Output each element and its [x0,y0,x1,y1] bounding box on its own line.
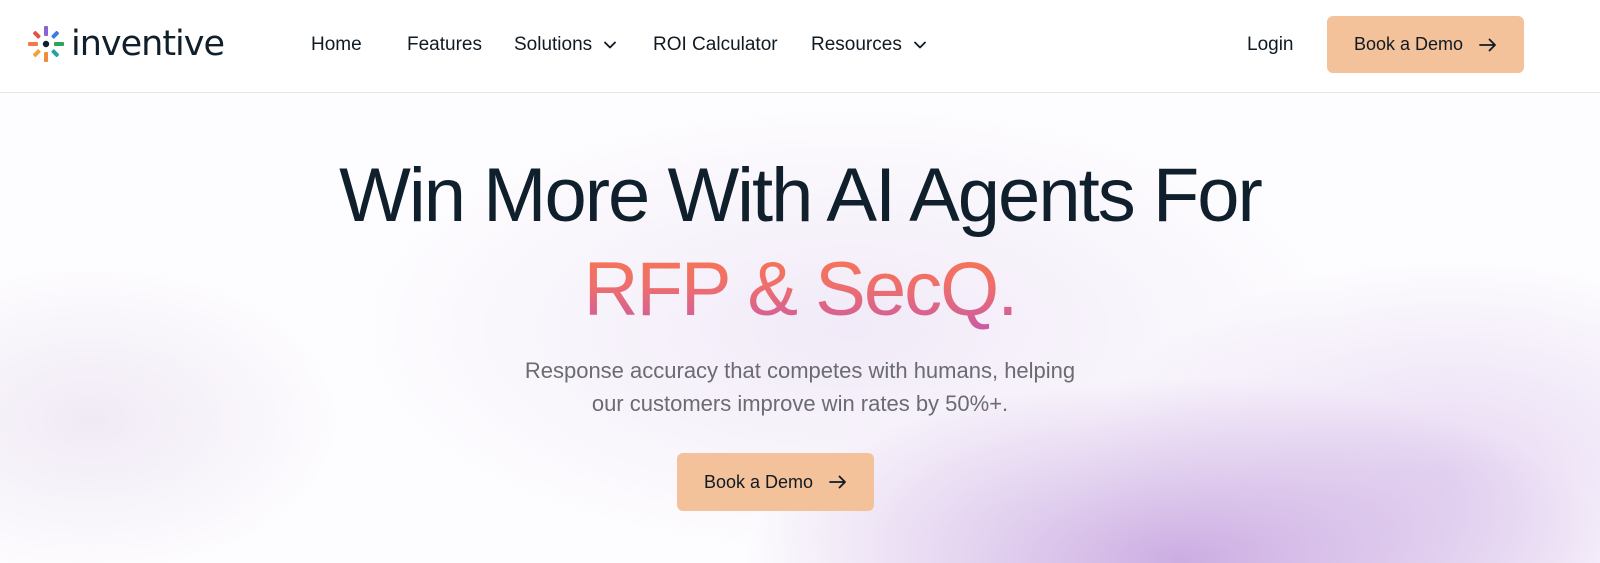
arrow-right-icon [829,475,846,489]
hero-subtitle-line1: Response accuracy that competes with hum… [524,358,1076,383]
brand-name: inventive [71,24,225,64]
book-demo-label: Book a Demo [1353,34,1464,54]
hero-subtitle: Response accuracy that competes with hum… [0,354,1600,420]
hero-title-line1: Win More With AI Agents For [339,153,1263,238]
hero-title-highlight: RFP & SecQ. [583,247,1019,332]
nav-item-label: Solutions [514,34,593,55]
book-demo-label: Book a Demo [703,471,814,492]
nav-item-roi-calculator[interactable]: ROI Calculator [653,32,778,58]
inventive-logo-mark-icon [28,26,64,62]
top-navigation-bar: inventive Home Features Solutions ROI Ca… [0,0,1600,93]
nav-item-label: ROI Calculator [653,34,778,55]
nav-item-label: Home [311,34,362,55]
chevron-down-icon [913,41,926,49]
chevron-down-icon [604,41,617,49]
nav-item-features[interactable]: Features [407,32,482,58]
brand-logo[interactable]: inventive [27,24,225,64]
nav-item-home[interactable]: Home [311,32,362,58]
book-demo-button-hero[interactable]: Book a Demo [677,453,874,511]
login-link[interactable]: Login [1247,32,1294,58]
nav-item-resources[interactable]: Resources [811,32,926,58]
hero-title-line2: RFP & SecQ. [0,245,1600,335]
nav-item-label: Resources [811,34,902,55]
nav-item-solutions[interactable]: Solutions [514,32,617,58]
nav-item-label: Features [407,34,482,55]
hero-subtitle-line2: our customers improve win rates by 50%+. [591,391,1009,416]
book-demo-button-header[interactable]: Book a Demo [1327,16,1524,73]
arrow-right-icon [1479,38,1496,51]
